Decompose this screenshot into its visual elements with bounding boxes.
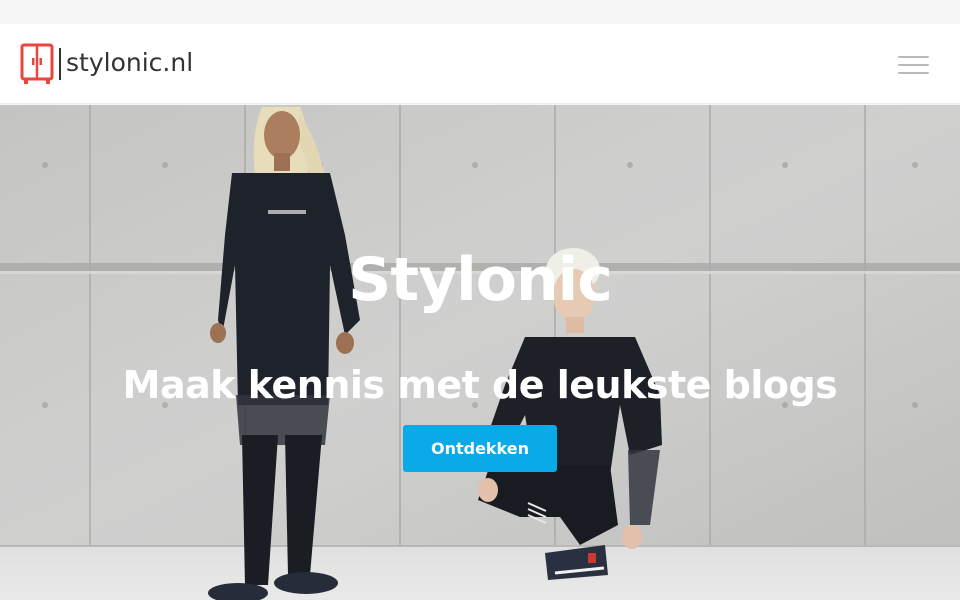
discover-button[interactable]: Ontdekken: [403, 425, 557, 472]
hero-subtitle: Maak kennis met de leukste blogs: [122, 363, 838, 407]
logo-separator: [59, 48, 61, 80]
top-strip: [0, 0, 960, 24]
wardrobe-icon: [20, 43, 54, 84]
logo-text: stylonic.nl: [66, 48, 194, 77]
hero-photo: [0, 105, 960, 600]
hamburger-menu-icon[interactable]: [894, 52, 932, 80]
hero-section: Stylonic Maak kennis met de leukste blog…: [0, 105, 960, 600]
menu-line: [898, 64, 929, 66]
site-logo[interactable]: stylonic.nl: [20, 43, 193, 85]
hero-title: Stylonic: [348, 245, 613, 315]
site-header: stylonic.nl: [0, 24, 960, 104]
menu-line: [898, 56, 929, 58]
menu-line: [898, 72, 929, 74]
